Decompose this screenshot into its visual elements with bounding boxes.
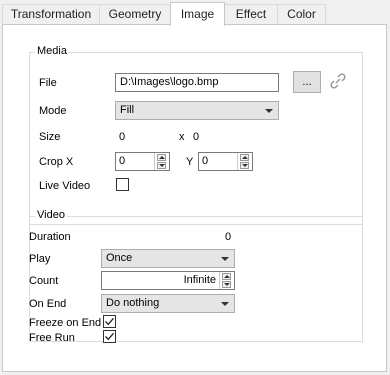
mode-dropdown[interactable]: Fill	[115, 101, 279, 120]
crop-y-updown[interactable]	[237, 153, 252, 170]
live-video-checkbox[interactable]	[116, 178, 129, 191]
play-value: Once	[106, 252, 133, 264]
count-label: Count	[29, 275, 59, 287]
free-run-checkbox[interactable]	[103, 330, 116, 343]
tab-bar: Transformation Geometry Image Effect Col…	[0, 0, 390, 26]
mode-label: Mode	[39, 105, 67, 117]
crop-x-spinner[interactable]: 0	[115, 152, 170, 171]
duration-label: Duration	[29, 231, 71, 243]
spin-down-icon[interactable]	[157, 162, 166, 169]
live-video-label: Live Video	[39, 180, 91, 192]
spin-up-icon[interactable]	[222, 273, 231, 280]
chevron-down-icon	[221, 257, 229, 261]
count-input[interactable]: Infinite	[101, 271, 235, 290]
count-value: Infinite	[183, 274, 216, 286]
duration-value: 0	[225, 231, 232, 243]
spin-down-icon[interactable]	[222, 281, 231, 288]
play-dropdown[interactable]: Once	[101, 249, 235, 268]
crop-x-label: Crop X	[39, 156, 74, 168]
on-end-value: Do nothing	[106, 297, 160, 309]
mode-value: Fill	[120, 104, 135, 116]
crop-y-spinner[interactable]: 0	[198, 152, 253, 171]
size-separator: x	[179, 131, 185, 143]
file-path-input[interactable]: D:\Images\logo.bmp	[115, 73, 279, 92]
chevron-down-icon	[265, 109, 273, 113]
tab-transformation[interactable]: Transformation	[2, 4, 100, 24]
tab-effect[interactable]: Effect	[224, 4, 278, 24]
browse-button[interactable]: ...	[293, 71, 321, 93]
spin-up-icon[interactable]	[240, 154, 249, 161]
link-icon[interactable]	[330, 73, 346, 89]
video-group-title: Video	[35, 209, 67, 221]
free-run-label: Free Run	[29, 332, 75, 344]
file-label: File	[39, 77, 57, 89]
crop-x-updown[interactable]	[154, 153, 169, 170]
spin-up-icon[interactable]	[157, 154, 166, 161]
on-end-label: On End	[29, 298, 67, 310]
play-label: Play	[29, 253, 51, 265]
on-end-dropdown[interactable]: Do nothing	[101, 294, 235, 313]
crop-x-value: 0	[119, 155, 126, 167]
media-group-title: Media	[35, 45, 69, 57]
size-width-value: 0	[119, 131, 126, 143]
freeze-on-end-label: Freeze on End	[29, 317, 102, 329]
tab-geometry[interactable]: Geometry	[99, 4, 171, 24]
checkmark-icon	[105, 317, 114, 326]
tab-image[interactable]: Image	[170, 2, 225, 26]
checkmark-icon	[105, 332, 114, 341]
count-updown[interactable]	[219, 272, 234, 289]
freeze-on-end-checkbox[interactable]	[103, 315, 116, 328]
chevron-down-icon	[221, 302, 229, 306]
spin-down-icon[interactable]	[240, 162, 249, 169]
image-tab-panel: Media File D:\Images\logo.bmp ... Mode F…	[2, 24, 387, 372]
size-height-value: 0	[193, 131, 200, 143]
crop-y-label: Y	[186, 156, 194, 168]
size-label: Size	[39, 131, 61, 143]
crop-y-value: 0	[202, 155, 209, 167]
tab-color[interactable]: Color	[277, 4, 326, 24]
